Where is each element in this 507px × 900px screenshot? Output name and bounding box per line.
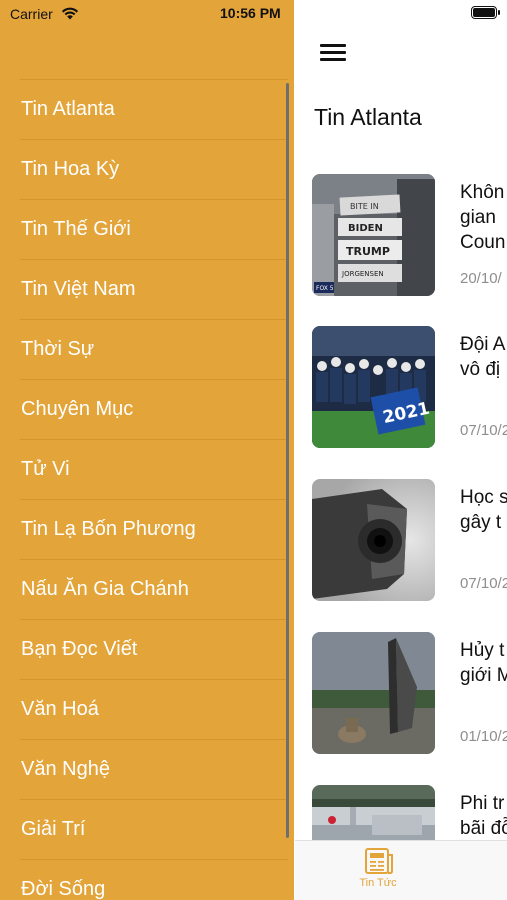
menu-item-chuyen-muc[interactable]: Chuyên Mục [20,379,288,439]
thumb-text: BITE IN [350,202,379,211]
article-item[interactable]: Hủy t giới M 01/10/2 [312,632,507,756]
menu-item-giai-tri[interactable]: Giải Trí [20,799,288,859]
menu-toggle-button[interactable] [320,42,346,62]
status-time: 10:56 PM [220,5,281,21]
menu-item-label: Chuyên Mục [21,398,134,420]
menu-item-label: Tin Atlanta [21,98,115,120]
menu-item-tin-viet-nam[interactable]: Tin Việt Nam [20,259,288,319]
article-item[interactable]: BITE IN BIDEN TRUMP JORGENSEN FOX 5 Khôn… [312,174,507,298]
drawer-menu: Tin Atlanta Tin Hoa Kỳ Tin Thế Giới Tin … [20,79,288,900]
article-thumbnail: 2021 [312,326,435,448]
menu-item-nau-an-gia-chanh[interactable]: Nấu Ăn Gia Chánh [20,559,288,619]
menu-item-doi-song[interactable]: Đời Sống [20,859,288,900]
menu-item-tin-atlanta[interactable]: Tin Atlanta [20,79,288,139]
thumb-text: BIDEN [348,223,383,234]
wifi-icon [62,7,79,20]
menu-item-label: Tin Việt Nam [21,278,136,300]
article-item[interactable]: Học s gây t 07/10/2 [312,479,507,603]
menu-item-label: Thời Sự [21,338,95,360]
article-headline: Hủy t giới M [460,640,507,686]
article-date: 20/10/ [460,270,502,287]
tab-news[interactable]: Tin Tức [350,847,406,899]
menu-item-tin-hoa-ky[interactable]: Tin Hoa Kỳ [20,139,288,199]
menu-item-label: Tin Hoa Kỳ [21,158,120,180]
menu-item-label: Văn Nghệ [21,758,110,780]
article-date: 07/10/2 [460,575,507,592]
tab-bar: Tin Tức [295,840,507,900]
page-title: Tin Atlanta [314,104,422,130]
thumb-text: TRUMP [346,245,390,258]
menu-item-label: Tử Vi [21,458,70,480]
menu-item-label: Tin Lạ Bốn Phương [21,518,196,540]
menu-item-tu-vi[interactable]: Tử Vi [20,439,288,499]
article-thumbnail: BITE IN BIDEN TRUMP JORGENSEN FOX 5 [312,174,435,296]
battery-icon [471,6,500,19]
menu-item-label: Văn Hoá [21,698,99,720]
side-drawer: Carrier 10:56 PM Tin Atlanta Tin Hoa Kỳ … [0,0,294,900]
menu-item-tin-la-bon-phuong[interactable]: Tin Lạ Bốn Phương [20,499,288,559]
thumb-text: FOX 5 [316,285,334,292]
article-thumbnail [312,632,435,754]
tab-news-label: Tin Tức [359,877,397,889]
status-bar-left: Carrier [10,5,79,23]
article-headline: Khôn gian Coun [460,182,506,253]
article-item[interactable]: 2021 Đội A vô đị 07/10/2 [312,326,507,450]
menu-item-label: Nấu Ăn Gia Chánh [21,578,189,600]
menu-item-label: Tin Thế Giới [21,218,131,240]
newspaper-icon [365,848,393,874]
thumb-text: JORGENSEN [341,270,384,278]
menu-item-label: Bạn Đọc Viết [21,638,138,660]
article-headline: Học s gây t [460,487,507,533]
article-headline: Đội A vô đị [460,334,506,380]
menu-item-van-nghe[interactable]: Văn Nghệ [20,739,288,799]
menu-item-tin-the-gioi[interactable]: Tin Thế Giới [20,199,288,259]
article-thumbnail [312,479,435,601]
menu-item-ban-doc-viet[interactable]: Bạn Đọc Viết [20,619,288,679]
drawer-scrollbar[interactable] [286,83,289,838]
article-date: 01/10/2 [460,728,507,745]
menu-item-label: Đời Sống [21,878,106,900]
carrier-label: Carrier [10,5,53,22]
article-date: 07/10/2 [460,422,507,439]
menu-item-van-hoa[interactable]: Văn Hoá [20,679,288,739]
article-headline: Phi tr bãi đỗ [460,793,507,839]
menu-item-thoi-su[interactable]: Thời Sự [20,319,288,379]
menu-item-label: Giải Trí [21,818,86,840]
